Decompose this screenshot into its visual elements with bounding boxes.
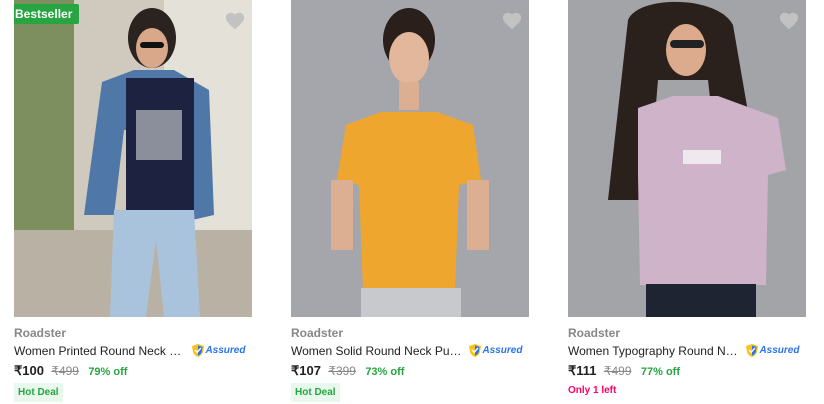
assured-label: Assured [482,345,523,357]
stock-warning: Only 1 left [568,385,617,396]
product-brand: Roadster [568,326,621,340]
product-card[interactable]: Roadster Women Typography Round Neck T-s… [568,0,806,404]
original-price: ₹399 [328,364,356,378]
shield-check-icon [192,344,205,358]
hot-deal-tag: Hot Deal [291,383,340,402]
selling-price: ₹107 [291,363,321,378]
product-card[interactable]: Roadster Women Solid Round Neck Pure Cot… [291,0,529,404]
hot-deal-tag: Hot Deal [14,383,63,402]
selling-price: ₹100 [14,363,44,378]
heart-icon[interactable] [224,10,246,32]
product-card[interactable]: Bestseller Roadster Women Printed Round … [14,0,252,404]
heart-icon[interactable] [501,10,523,32]
product-title[interactable]: Women Printed Round Neck Pure Cotton T-s… [14,344,185,358]
product-title[interactable]: Women Solid Round Neck Pure Cotton T-shi… [291,344,462,358]
discount-label: 77% off [640,366,680,378]
assured-label: Assured [205,345,246,357]
assured-badge: Assured [192,344,246,358]
heart-icon[interactable] [778,10,800,32]
product-image[interactable] [291,0,529,317]
product-brand: Roadster [14,326,67,340]
product-image[interactable]: Bestseller [14,0,252,317]
shield-check-icon [746,344,759,358]
discount-label: 79% off [88,366,128,378]
assured-badge: Assured [469,344,523,358]
bestseller-badge: Bestseller [14,4,80,24]
assured-badge: Assured [746,344,800,358]
product-title[interactable]: Women Typography Round Neck T-shirt [568,344,739,358]
product-image[interactable] [568,0,806,317]
product-brand: Roadster [291,326,344,340]
assured-label: Assured [759,345,800,357]
selling-price: ₹111 [568,363,597,378]
discount-label: 73% off [365,366,405,378]
shield-check-icon [469,344,482,358]
original-price: ₹499 [603,364,632,378]
original-price: ₹499 [51,364,79,378]
